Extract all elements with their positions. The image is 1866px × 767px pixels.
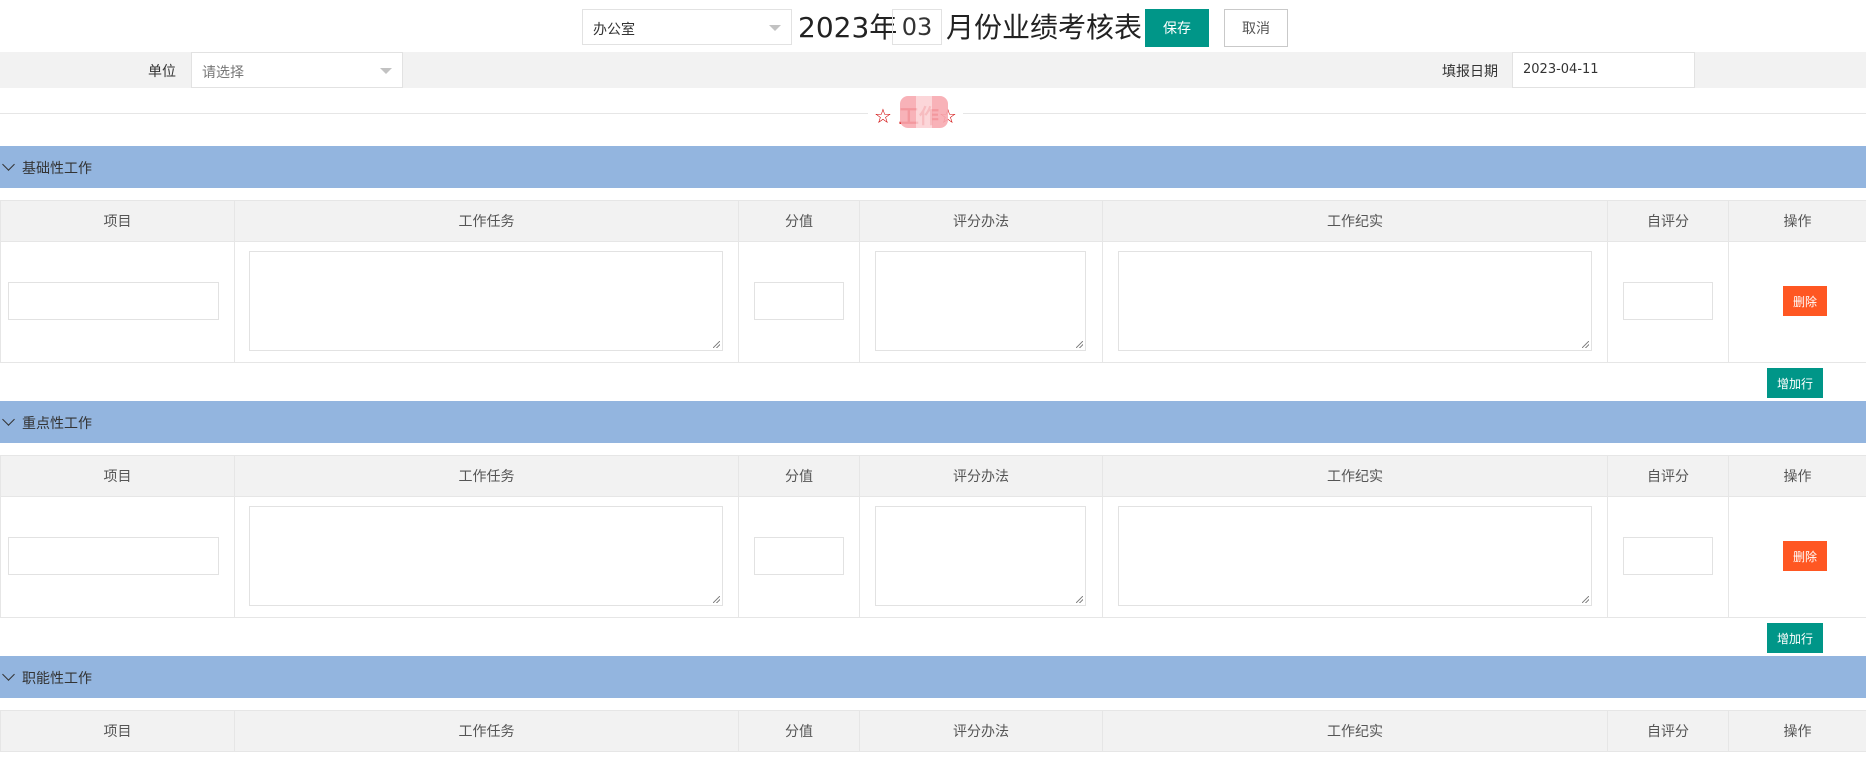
group-functional: 职能性工作 项目 工作任务 分值 评分办法 工作纪实 自评分 操作 (0, 656, 1866, 752)
department-select[interactable]: 办公室 (582, 9, 792, 45)
col-header: 评分办法 (859, 200, 1103, 242)
chevron-down-icon (769, 25, 781, 31)
score-input[interactable] (754, 537, 844, 575)
table-header-row: 项目 工作任务 分值 评分办法 工作纪实 自评分 操作 (0, 200, 1866, 242)
group-title: 重点性工作 (22, 416, 92, 432)
scoring-method-textarea[interactable] (875, 251, 1086, 351)
col-header: 项目 (0, 455, 235, 497)
task-textarea[interactable] (249, 506, 723, 606)
top-bar: 办公室 2023年 03 月份业绩考核表 保存 取消 (0, 0, 1866, 52)
col-header: 项目 (0, 710, 235, 752)
group-title: 职能性工作 (22, 671, 92, 687)
col-header: 工作任务 (234, 710, 739, 752)
unit-placeholder: 请选择 (202, 65, 244, 81)
col-header: 项目 (0, 200, 235, 242)
col-header: 工作任务 (234, 200, 739, 242)
filter-bar: 单位 请选择 填报日期 2023-04-11 (0, 52, 1866, 88)
delete-button[interactable]: 删除 (1783, 286, 1827, 316)
scoring-method-textarea[interactable] (875, 506, 1086, 606)
score-input[interactable] (754, 282, 844, 320)
col-header: 工作任务 (234, 455, 739, 497)
delete-button[interactable]: 删除 (1783, 541, 1827, 571)
unit-select[interactable]: 请选择 (191, 52, 403, 88)
col-header: 自评分 (1607, 710, 1729, 752)
project-input[interactable] (8, 282, 219, 320)
col-header: 分值 (738, 710, 860, 752)
add-row-button[interactable]: 增加行 (1767, 623, 1823, 653)
col-header: 操作 (1728, 455, 1866, 497)
col-header: 自评分 (1607, 200, 1729, 242)
group-header[interactable]: 职能性工作 (0, 656, 1866, 698)
col-header: 工作纪实 (1102, 455, 1608, 497)
col-header: 评分办法 (859, 455, 1103, 497)
group-basic: 基础性工作 项目 工作任务 分值 评分办法 工作纪实 自评分 操作 删除 增加行 (0, 146, 1866, 398)
col-header: 评分办法 (859, 710, 1103, 752)
group-header[interactable]: 基础性工作 (0, 146, 1866, 188)
self-score-input[interactable] (1623, 282, 1713, 320)
col-header: 操作 (1728, 200, 1866, 242)
date-input[interactable]: 2023-04-11 (1512, 52, 1695, 88)
unit-label: 单位 (148, 64, 176, 80)
group-key: 重点性工作 项目 工作任务 分值 评分办法 工作纪实 自评分 操作 删除 增加行 (0, 401, 1866, 653)
department-value: 办公室 (593, 22, 635, 38)
col-header: 自评分 (1607, 455, 1729, 497)
save-button[interactable]: 保存 (1145, 9, 1209, 47)
col-header: 操作 (1728, 710, 1866, 752)
title-year: 2023年 (798, 11, 898, 44)
group-title: 基础性工作 (22, 161, 92, 177)
table-header-row: 项目 工作任务 分值 评分办法 工作纪实 自评分 操作 (0, 455, 1866, 497)
col-header: 工作纪实 (1102, 200, 1608, 242)
record-textarea[interactable] (1118, 506, 1592, 606)
chevron-down-icon (2, 158, 15, 171)
chevron-down-icon (2, 413, 15, 426)
task-table: 项目 工作任务 分值 评分办法 工作纪实 自评分 操作 删除 (0, 200, 1866, 363)
table-row: 删除 (0, 496, 1866, 618)
record-textarea[interactable] (1118, 251, 1592, 351)
group-header[interactable]: 重点性工作 (0, 401, 1866, 443)
add-row-button[interactable]: 增加行 (1767, 368, 1823, 398)
table-header-row: 项目 工作任务 分值 评分办法 工作纪实 自评分 操作 (0, 710, 1866, 752)
redacted-mask (900, 96, 948, 128)
chevron-down-icon (2, 668, 15, 681)
cancel-button[interactable]: 取消 (1224, 9, 1288, 47)
project-input[interactable] (8, 537, 219, 575)
table-row: 删除 (0, 241, 1866, 363)
month-input[interactable]: 03 (892, 9, 942, 45)
col-header: 分值 (738, 200, 860, 242)
chevron-down-icon (380, 68, 392, 74)
task-table: 项目 工作任务 分值 评分办法 工作纪实 自评分 操作 (0, 710, 1866, 752)
task-table: 项目 工作任务 分值 评分办法 工作纪实 自评分 操作 删除 (0, 455, 1866, 618)
col-header: 工作纪实 (1102, 710, 1608, 752)
date-label: 填报日期 (1442, 64, 1498, 80)
col-header: 分值 (738, 455, 860, 497)
task-textarea[interactable] (249, 251, 723, 351)
page-title: 月份业绩考核表 (946, 11, 1143, 44)
self-score-input[interactable] (1623, 537, 1713, 575)
